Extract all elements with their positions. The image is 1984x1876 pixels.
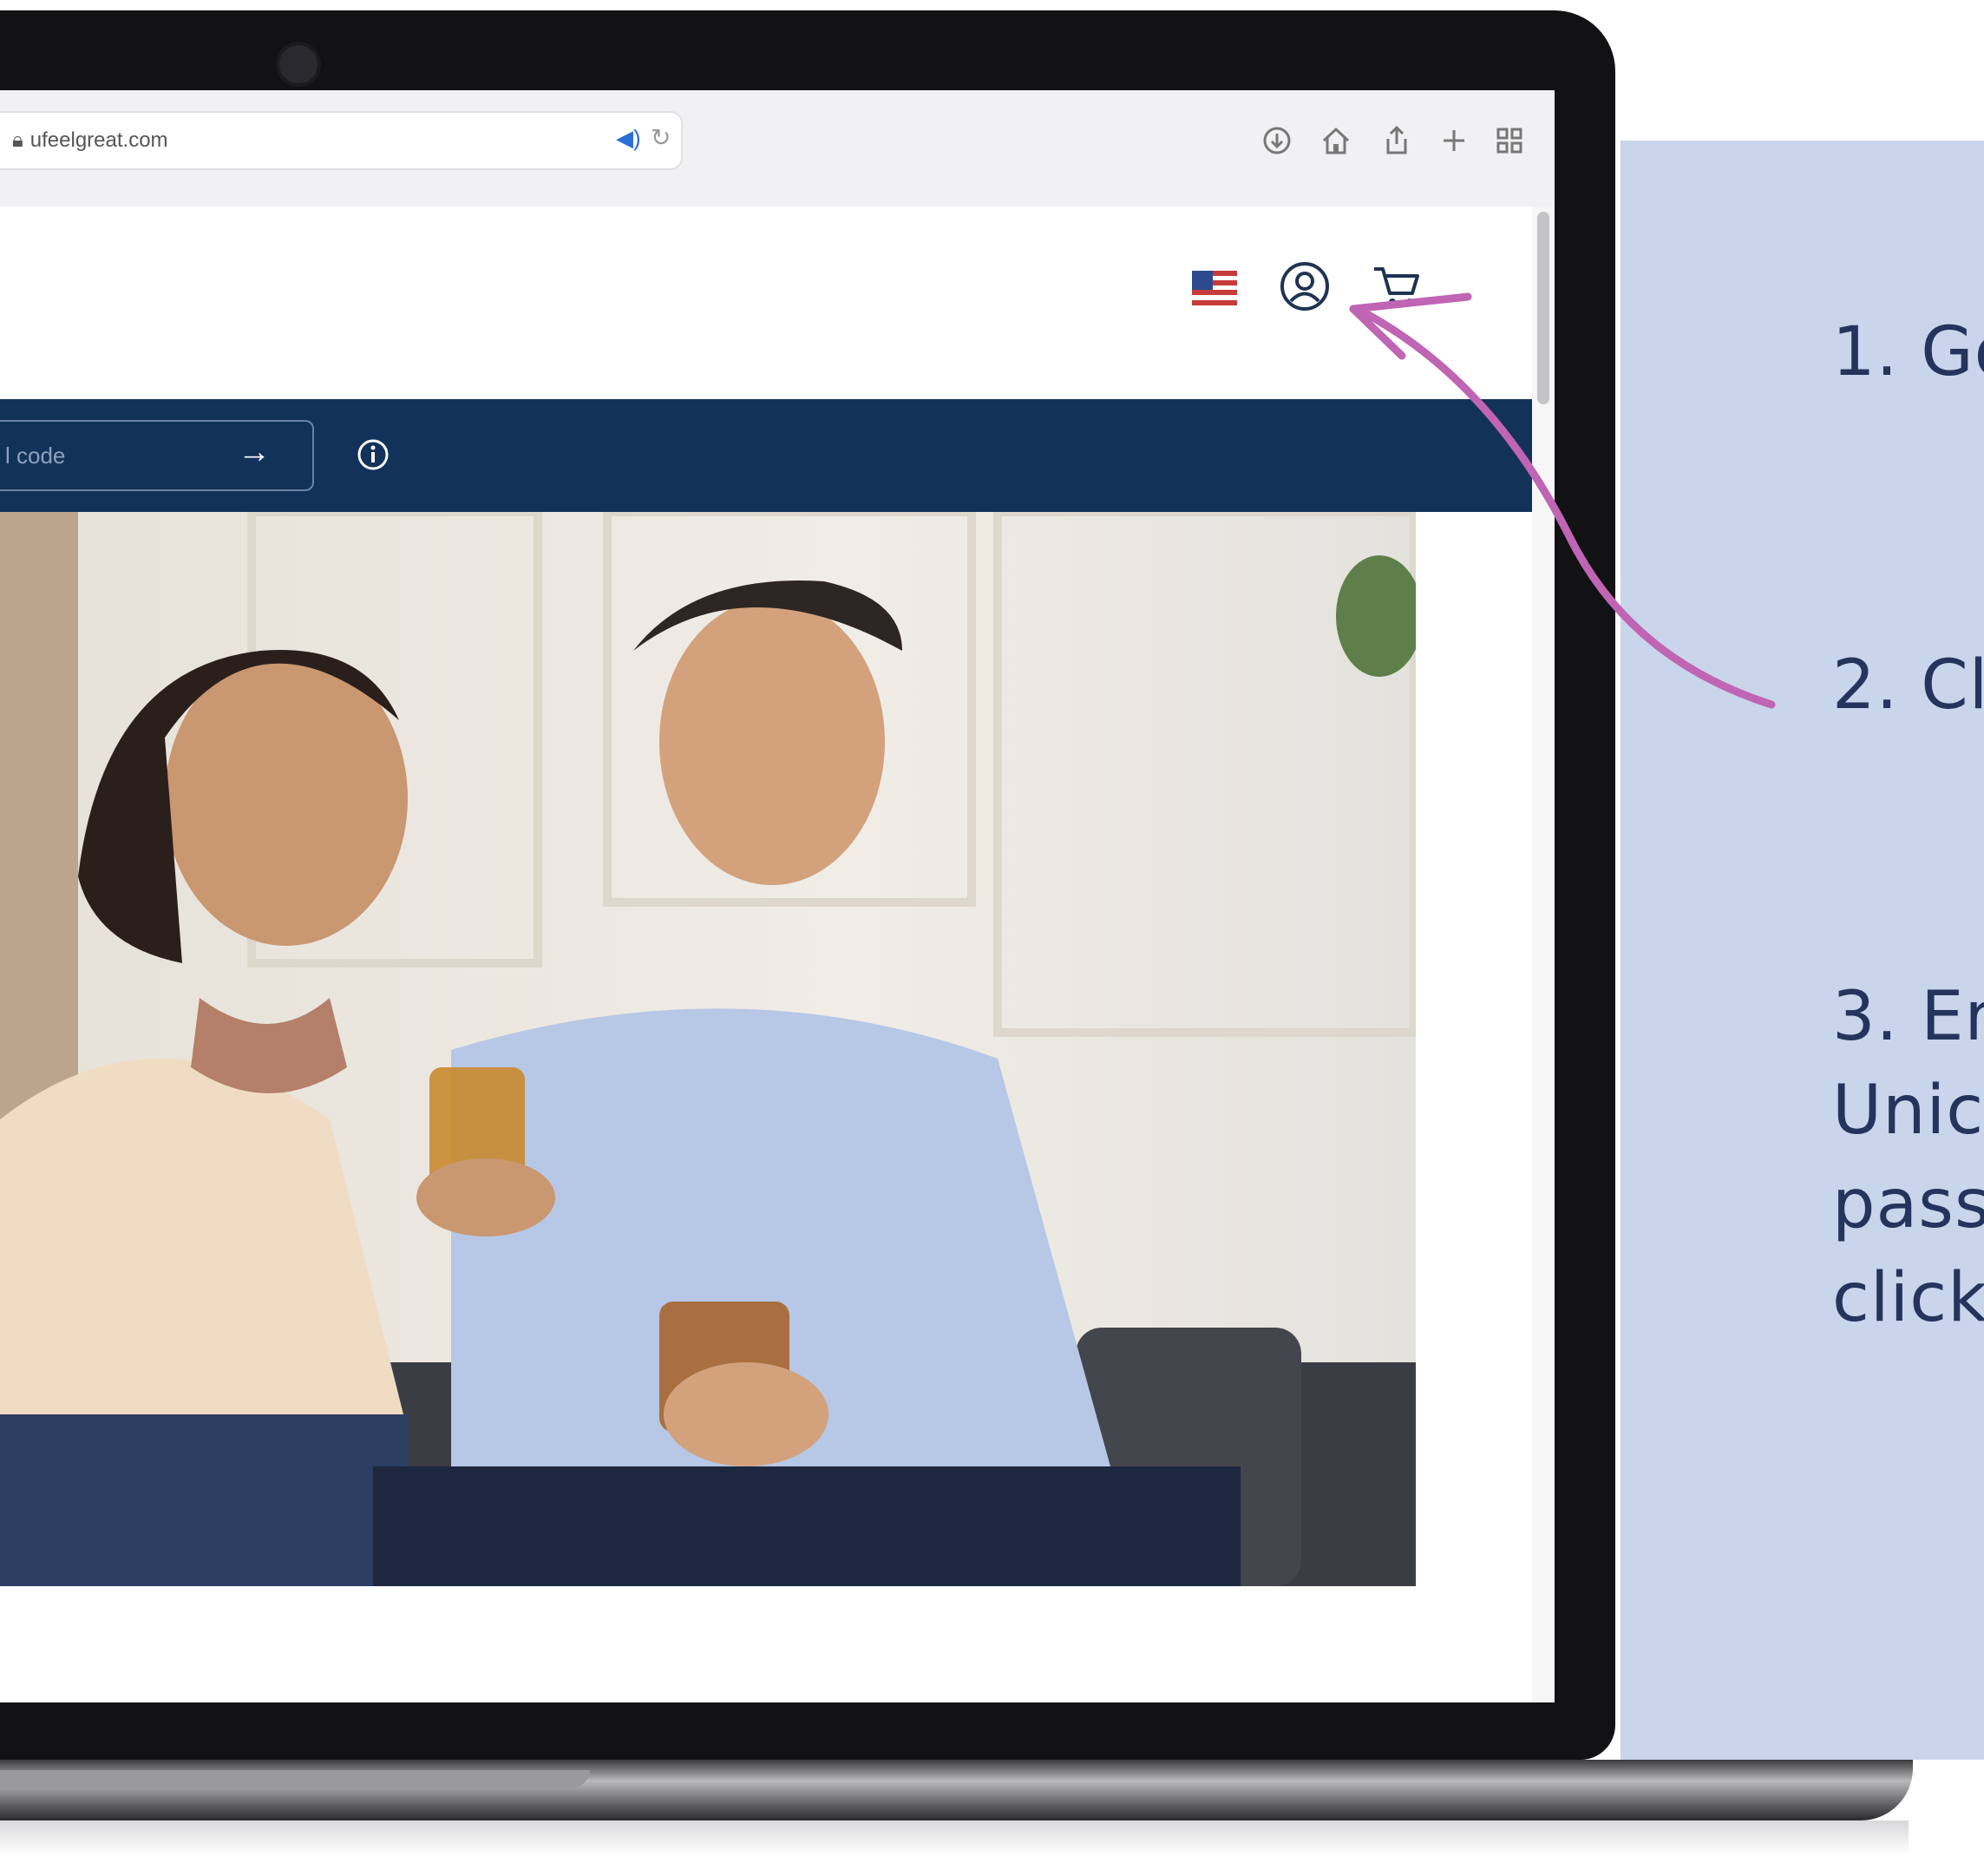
annotation-arrow (1349, 292, 1776, 709)
